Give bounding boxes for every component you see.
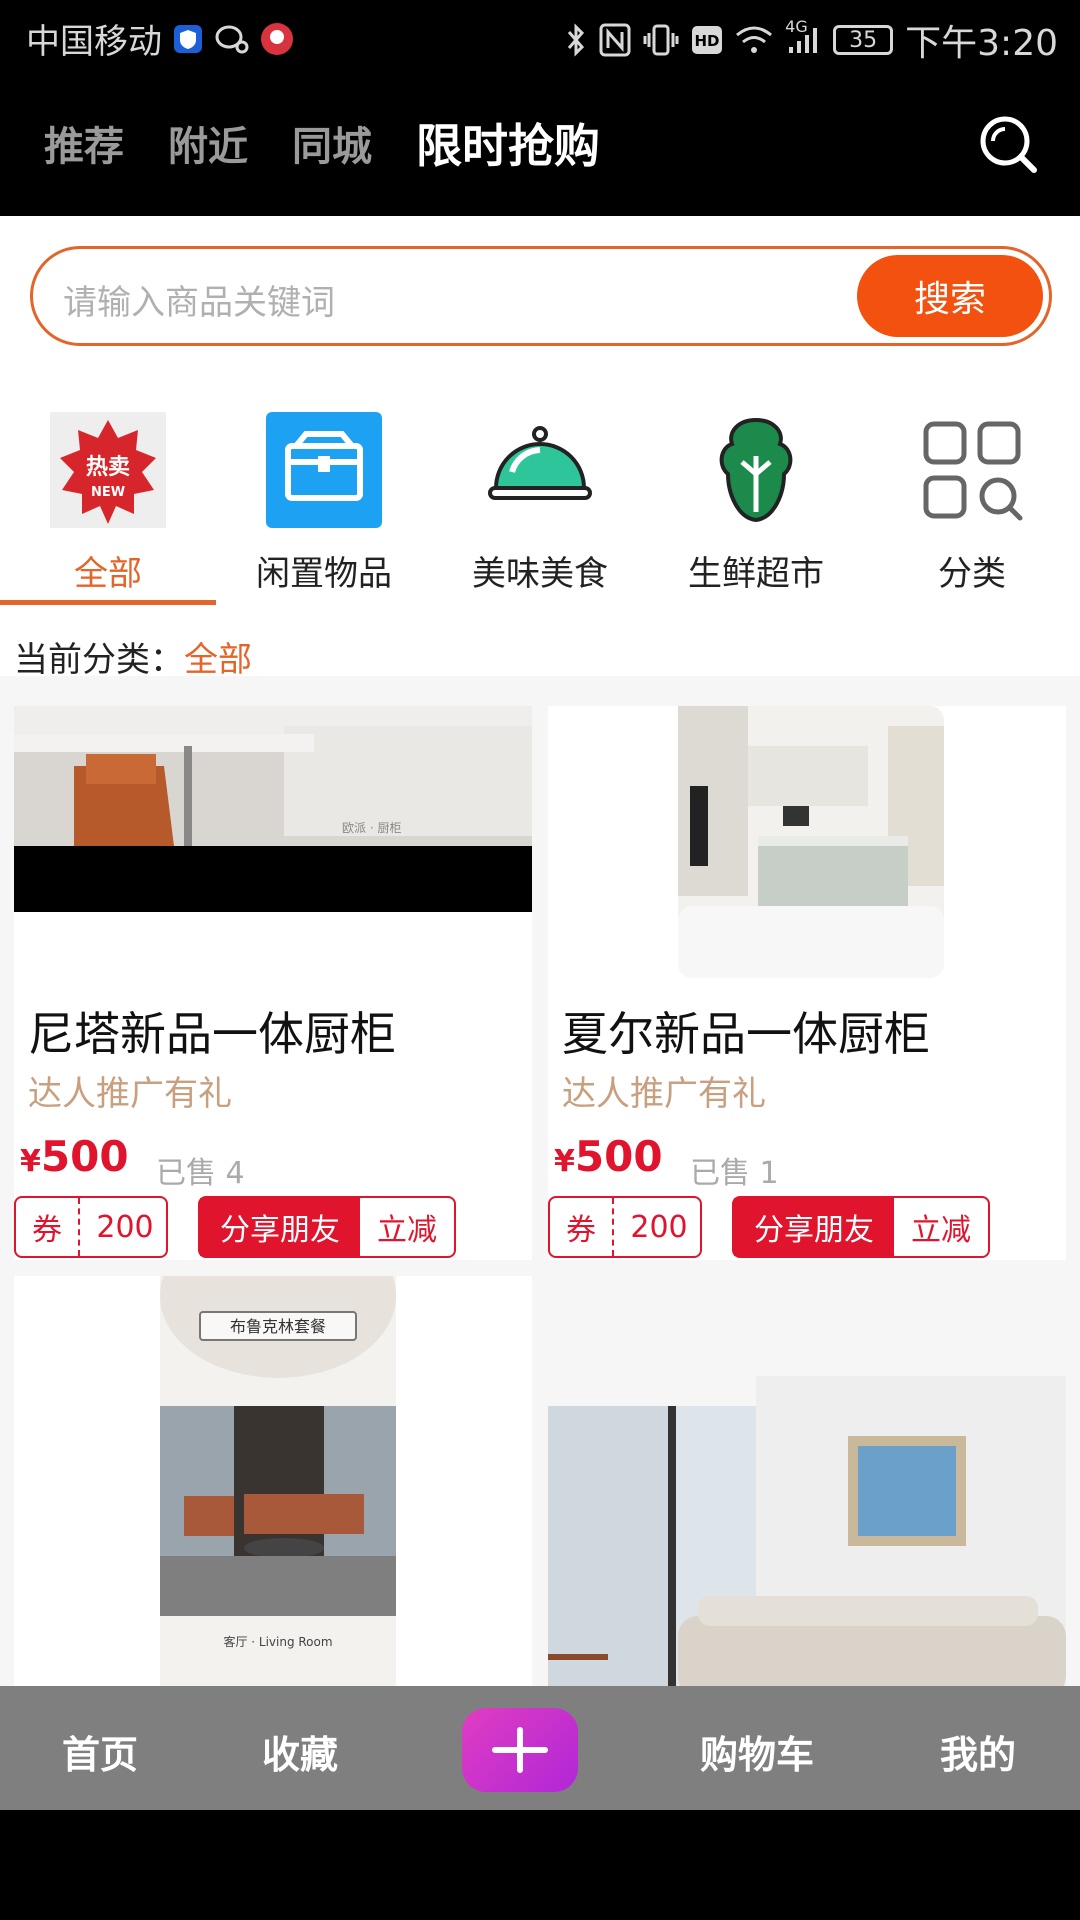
tab-same-city[interactable]: 同城 xyxy=(292,114,372,172)
product-image[interactable] xyxy=(548,706,1066,978)
hot-icon-bottom-text: NEW xyxy=(91,485,125,500)
plus-icon xyxy=(492,1727,548,1773)
box-icon xyxy=(266,412,382,528)
share-friends-label: 分享朋友 xyxy=(200,1198,360,1256)
current-category-label: 当前分类： xyxy=(14,640,184,680)
product-price: ¥500 xyxy=(554,1132,663,1181)
system-nav-area xyxy=(0,1810,1080,1920)
cabbage-icon xyxy=(698,412,814,528)
product-title: 夏尔新品一体厨柜 xyxy=(562,1007,930,1061)
product-title: 尼塔新品一体厨柜 xyxy=(28,1007,396,1061)
currency-symbol: ¥ xyxy=(20,1144,41,1179)
coupon-label: 券 xyxy=(16,1198,80,1256)
product-card[interactable]: 夏尔新品一体厨柜 达人推广有礼 ¥500 已售 1 券 200 分享朋友 立减 xyxy=(548,706,1066,1260)
signal-icon: 4G xyxy=(785,17,821,55)
product-subtitle: 达人推广有礼 xyxy=(28,1074,232,1114)
status-bar: 中国移动 HD 4G 35 下午3:20 xyxy=(0,0,1080,74)
product-card[interactable]: 欧派 · 厨柜 尼塔新品一体厨柜 达人推广有礼 ¥500 已售 4 券 200 … xyxy=(14,706,532,1260)
tab-nearby[interactable]: 附近 xyxy=(168,114,248,172)
active-category-indicator xyxy=(0,600,216,605)
category-label: 生鲜超市 xyxy=(688,554,824,594)
product-image[interactable]: 布鲁克林套餐 客厅 · Living Room xyxy=(14,1214,532,1686)
product-card[interactable]: 布鲁克林套餐 客厅 · Living Room xyxy=(14,1214,532,1686)
nav-profile[interactable]: 我的 xyxy=(940,1724,1016,1779)
tab-flash-sale[interactable]: 限时抢购 xyxy=(416,110,600,176)
category-more[interactable]: 分类 xyxy=(864,412,1080,602)
hot-icon-top-text: 热卖 xyxy=(86,454,130,480)
network-type-label: 4G xyxy=(785,17,808,36)
search-input[interactable]: 请输入商品关键词 xyxy=(63,275,335,324)
vibrate-icon xyxy=(643,23,679,57)
coupon-badge[interactable]: 券 200 xyxy=(548,1196,702,1258)
top-tab-bar: 推荐 附近 同城 限时抢购 xyxy=(0,74,1080,216)
product-image[interactable] xyxy=(548,1276,1066,1686)
product-image-caption: 客厅 · Living Room xyxy=(223,1634,332,1649)
add-post-button[interactable] xyxy=(462,1708,578,1792)
main-content: 请输入商品关键词 搜索 热卖 NEW 全部 闲置物品 美味美食 生鲜超市 分类 … xyxy=(0,216,1080,1686)
shield-icon xyxy=(172,23,204,55)
category-label: 闲置物品 xyxy=(256,554,392,594)
category-all[interactable]: 热卖 NEW 全部 xyxy=(0,412,216,602)
category-label: 美味美食 xyxy=(472,554,608,594)
coupon-label: 券 xyxy=(550,1198,614,1256)
wifi-icon xyxy=(735,25,773,55)
product-price: ¥500 xyxy=(20,1132,129,1181)
instant-discount-label: 立减 xyxy=(911,1213,971,1248)
category-bar: 热卖 NEW 全部 闲置物品 美味美食 生鲜超市 分类 xyxy=(0,412,1080,602)
nav-favorites[interactable]: 收藏 xyxy=(262,1724,338,1779)
product-image-caption: 欧派 · 厨柜 xyxy=(342,821,401,835)
carrier-label: 中国移动 xyxy=(26,22,162,62)
product-image-label: 布鲁克林套餐 xyxy=(230,1317,326,1336)
food-cloche-icon xyxy=(482,412,598,528)
coupon-value: 200 xyxy=(96,1209,154,1245)
sold-count: 已售 4 xyxy=(156,1156,245,1191)
product-card[interactable] xyxy=(548,1276,1066,1686)
product-subtitle: 达人推广有礼 xyxy=(562,1074,766,1114)
search-icon[interactable] xyxy=(978,114,1040,176)
category-label: 全部 xyxy=(74,554,142,594)
bottom-nav-bar: 首页 收藏 购物车 我的 xyxy=(0,1686,1080,1810)
hot-sale-new-icon: 热卖 NEW xyxy=(50,412,166,528)
share-friends-label: 分享朋友 xyxy=(734,1198,894,1256)
product-grid: 欧派 · 厨柜 尼塔新品一体厨柜 达人推广有礼 ¥500 已售 4 券 200 … xyxy=(0,676,1080,1686)
nav-cart[interactable]: 购物车 xyxy=(700,1724,814,1779)
svg-text:HD: HD xyxy=(695,32,720,50)
coupon-badge[interactable]: 券 200 xyxy=(14,1196,168,1258)
coupon-value: 200 xyxy=(630,1209,688,1245)
search-bar: 请输入商品关键词 搜索 xyxy=(30,246,1052,346)
chat-bubble-icon xyxy=(214,23,250,55)
nav-home[interactable]: 首页 xyxy=(62,1724,138,1779)
clock: 下午3:20 xyxy=(905,23,1058,64)
instant-discount-label: 立减 xyxy=(377,1213,437,1248)
search-button[interactable]: 搜索 xyxy=(857,255,1043,337)
price-value: 500 xyxy=(574,1132,663,1181)
category-fresh-market[interactable]: 生鲜超市 xyxy=(648,412,864,602)
currency-symbol: ¥ xyxy=(554,1144,575,1179)
category-food[interactable]: 美味美食 xyxy=(432,412,648,602)
price-value: 500 xyxy=(40,1132,129,1181)
current-category: 当前分类：全部 xyxy=(14,632,252,681)
hd-icon: HD xyxy=(691,25,723,55)
tab-recommend[interactable]: 推荐 xyxy=(44,114,124,172)
category-label: 分类 xyxy=(938,554,1006,594)
grid-search-icon xyxy=(914,412,1030,528)
bluetooth-icon xyxy=(565,23,587,57)
sold-count: 已售 1 xyxy=(690,1156,779,1191)
nfc-icon xyxy=(599,23,631,57)
battery-level: 35 xyxy=(849,27,878,53)
share-discount-button[interactable]: 分享朋友 立减 xyxy=(732,1196,990,1258)
battery-icon: 35 xyxy=(833,25,894,55)
category-idle-items[interactable]: 闲置物品 xyxy=(216,412,432,602)
share-discount-button[interactable]: 分享朋友 立减 xyxy=(198,1196,456,1258)
product-image[interactable]: 欧派 · 厨柜 xyxy=(14,706,532,912)
current-category-value: 全部 xyxy=(184,640,252,680)
app-notification-icon xyxy=(260,22,294,56)
